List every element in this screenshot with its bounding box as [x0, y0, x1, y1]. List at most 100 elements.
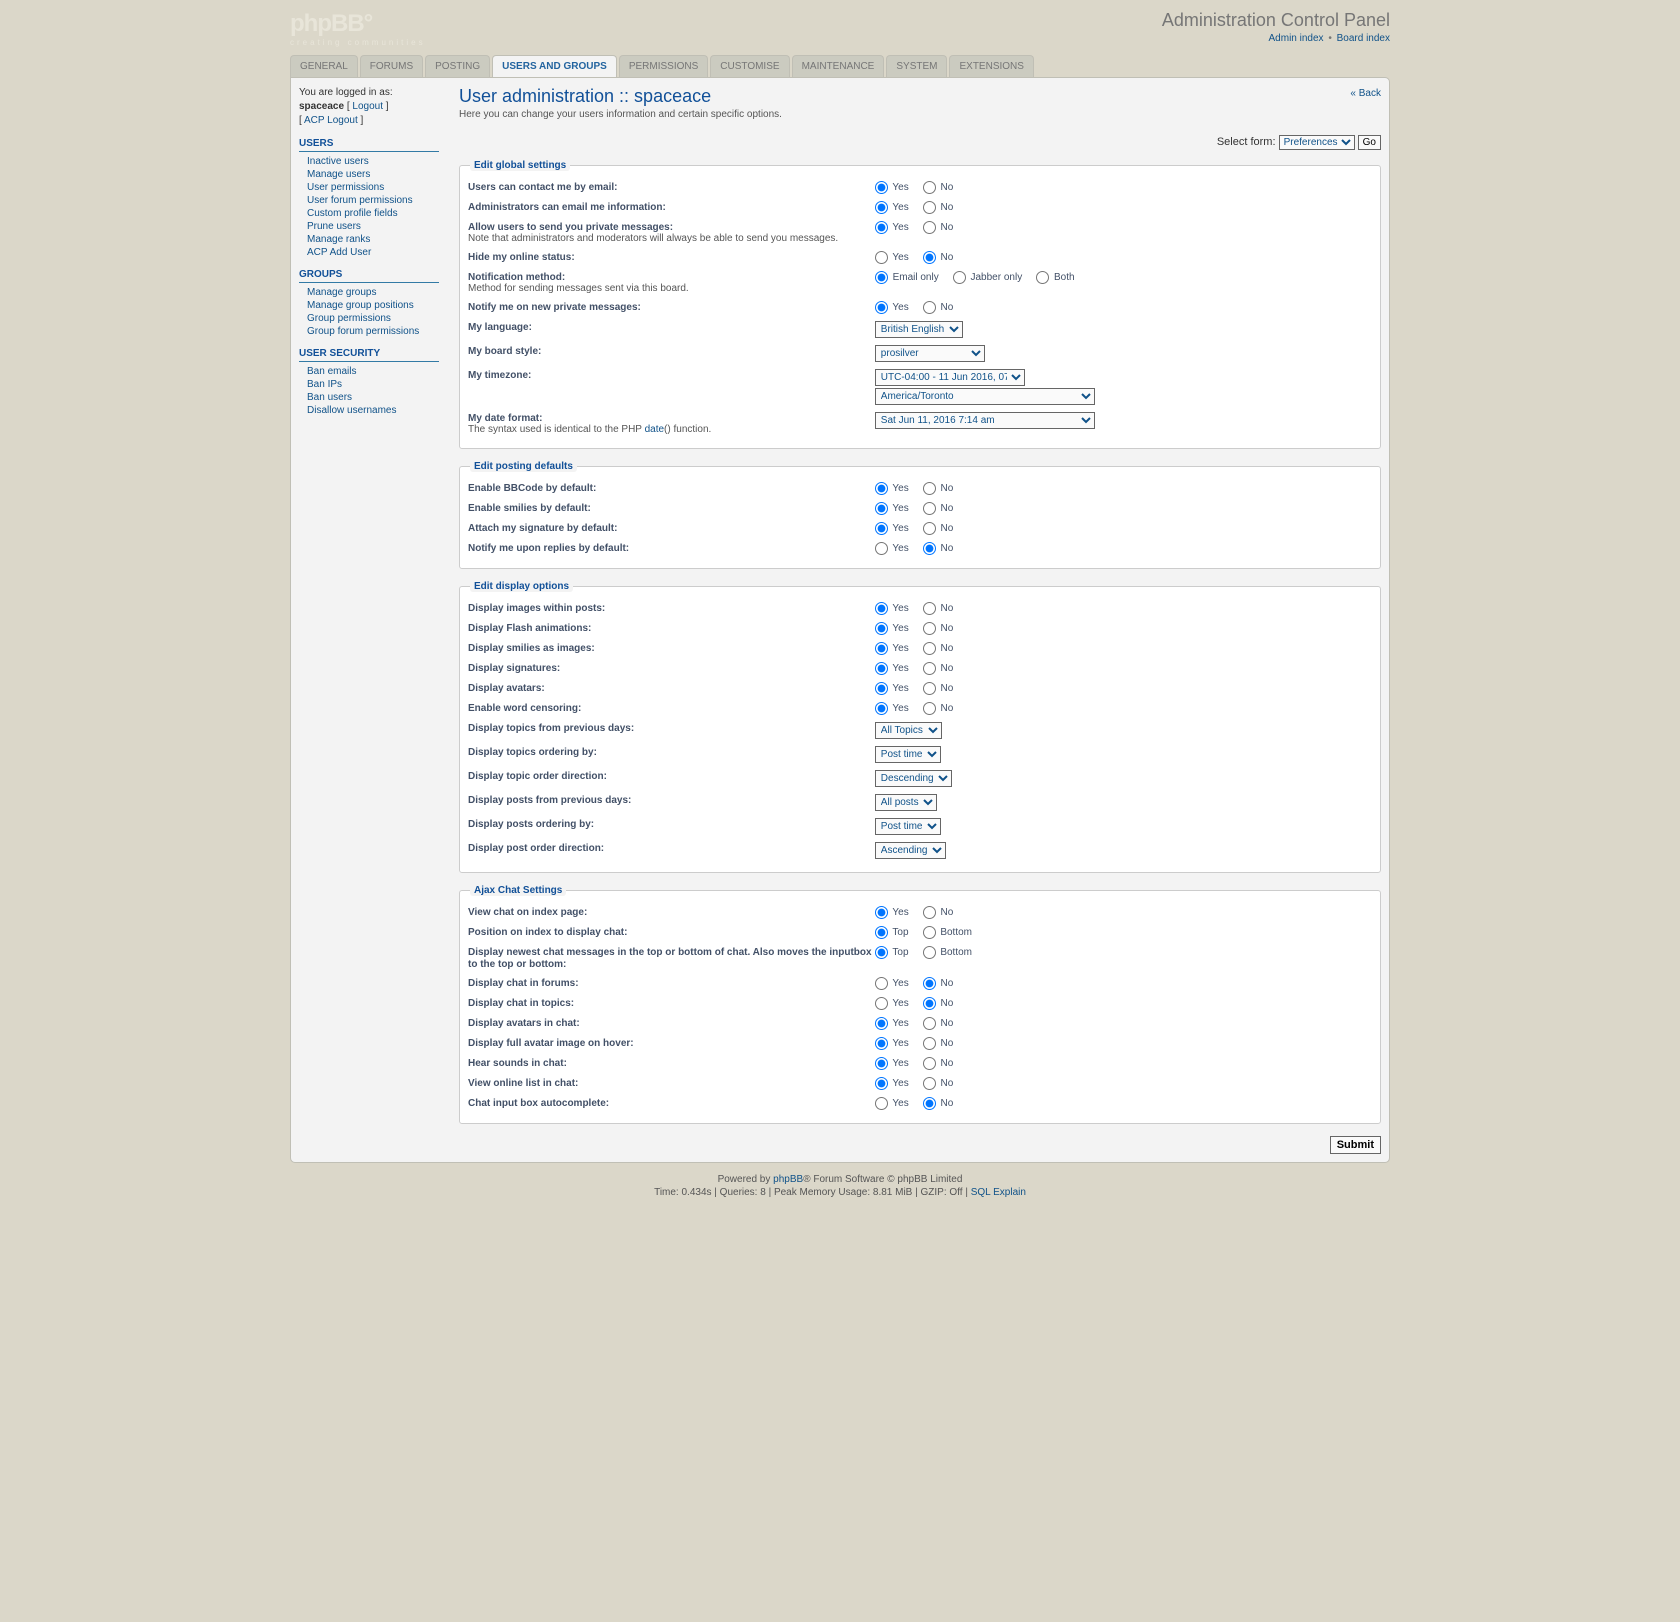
label-allow-pm: Allow users to send you private messages…: [468, 222, 673, 233]
menu-item-manage-ranks[interactable]: Manage ranks: [299, 233, 439, 246]
go-button[interactable]: [1358, 135, 1381, 150]
radio-sig-no: [923, 522, 936, 535]
radio-cn-top: [875, 946, 888, 959]
label-censor: Enable word censoring:: [468, 703, 581, 714]
radio-nr-no: [923, 542, 936, 555]
tab-maintenance[interactable]: MAINTENANCE: [792, 55, 885, 77]
select-timezone[interactable]: UTC-04:00 - 11 Jun 2016, 07:14: [875, 369, 1025, 386]
label-timezone: My timezone:: [468, 370, 531, 381]
menu-header-users: USERS: [299, 138, 439, 152]
select-posts-days[interactable]: All posts: [875, 794, 937, 811]
radio-ci-no: [923, 906, 936, 919]
radio-pm-no: [923, 221, 936, 234]
label-chat-fullavatar: Display full avatar image on hover:: [468, 1038, 634, 1049]
back-link[interactable]: « Back: [1350, 88, 1381, 99]
radio-dimg-no: [923, 602, 936, 615]
select-language[interactable]: British English: [875, 321, 963, 338]
footer-phpbb-link[interactable]: phpBB: [773, 1174, 803, 1185]
label-disp-signatures: Display signatures:: [468, 663, 560, 674]
select-posts-dir[interactable]: Ascending: [875, 842, 946, 859]
radio-cf-no: [923, 977, 936, 990]
logo: phpBB° creating communities: [290, 10, 426, 47]
label-bbcode: Enable BBCode by default:: [468, 483, 596, 494]
radio-bbcode-no: [923, 482, 936, 495]
radio-pm-yes: [875, 221, 888, 234]
tab-users-and-groups[interactable]: USERS AND GROUPS: [492, 55, 617, 77]
menu-item-manage-users[interactable]: Manage users: [299, 168, 439, 181]
menu-item-group-forum-permissions[interactable]: Group forum permissions: [299, 325, 439, 338]
radio-contact-no: [923, 181, 936, 194]
menu-item-disallow-usernames[interactable]: Disallow usernames: [299, 404, 439, 417]
radio-dsm-no: [923, 642, 936, 655]
radio-hide-no: [923, 251, 936, 264]
menu-item-prune-users[interactable]: Prune users: [299, 220, 439, 233]
menu-item-acp-add-user[interactable]: ACP Add User: [299, 246, 439, 259]
radio-ci-yes: [875, 906, 888, 919]
menu-item-custom-profile-fields[interactable]: Custom profile fields: [299, 207, 439, 220]
menu-item-group-permissions[interactable]: Group permissions: [299, 312, 439, 325]
radio-sig-yes: [875, 522, 888, 535]
tab-forums[interactable]: FORUMS: [360, 55, 423, 77]
radio-dsig-yes: [875, 662, 888, 675]
radio-cp-bottom: [923, 926, 936, 939]
label-notify-method: Notification method:: [468, 272, 565, 283]
submit-button[interactable]: [1330, 1136, 1381, 1154]
radio-cac-no: [923, 1097, 936, 1110]
menu-item-user-forum-permissions[interactable]: User forum permissions: [299, 194, 439, 207]
radio-flash-yes: [875, 622, 888, 635]
select-board-style[interactable]: prosilver: [875, 345, 985, 362]
logout-link[interactable]: Logout: [352, 101, 383, 112]
radio-nm-both: [1036, 271, 1049, 284]
main-tabs: GENERALFORUMSPOSTINGUSERS AND GROUPSPERM…: [290, 55, 1390, 77]
select-dateformat[interactable]: Sat Jun 11, 2016 7:14 am: [875, 412, 1095, 429]
label-chat-index: View chat on index page:: [468, 907, 587, 918]
fieldset-chat: Ajax Chat Settings View chat on index pa…: [459, 885, 1381, 1124]
page-description: Here you can change your users informati…: [459, 109, 1381, 120]
radio-contact-yes: [875, 181, 888, 194]
label-topics-days: Display topics from previous days:: [468, 723, 634, 734]
label-signature: Attach my signature by default:: [468, 523, 617, 534]
menu-item-manage-groups[interactable]: Manage groups: [299, 286, 439, 299]
label-posts-dir: Display post order direction:: [468, 843, 604, 854]
radio-cfa-no: [923, 1037, 936, 1050]
label-topics-dir: Display topic order direction:: [468, 771, 607, 782]
select-topics-order[interactable]: Post time: [875, 746, 941, 763]
legend-global: Edit global settings: [470, 160, 570, 171]
footer-sql-explain-link[interactable]: SQL Explain: [971, 1187, 1026, 1198]
select-form-label: Select form:: [1217, 136, 1276, 148]
radio-cen-yes: [875, 702, 888, 715]
select-topics-days[interactable]: All Topics: [875, 722, 942, 739]
menu-item-manage-group-positions[interactable]: Manage group positions: [299, 299, 439, 312]
label-admins-email: Administrators can email me information:: [468, 202, 666, 213]
acp-logout-link[interactable]: ACP Logout: [304, 115, 358, 126]
menu-item-ban-emails[interactable]: Ban emails: [299, 365, 439, 378]
link-board-index[interactable]: Board index: [1337, 33, 1390, 44]
select-form-dropdown[interactable]: Preferences: [1279, 135, 1355, 150]
radio-cfa-yes: [875, 1037, 888, 1050]
link-admin-index[interactable]: Admin index: [1269, 33, 1324, 44]
tab-system[interactable]: SYSTEM: [886, 55, 947, 77]
label-chat-newest: Display newest chat messages in the top …: [468, 947, 872, 970]
tab-extensions[interactable]: EXTENSIONS: [949, 55, 1033, 77]
menu-item-inactive-users[interactable]: Inactive users: [299, 155, 439, 168]
select-topics-dir[interactable]: Descending: [875, 770, 952, 787]
fieldset-display: Edit display options Display images with…: [459, 581, 1381, 873]
tab-posting[interactable]: POSTING: [425, 55, 490, 77]
footer: Powered by phpBB® Forum Software © phpBB…: [290, 1173, 1390, 1199]
label-chat-forums: Display chat in forums:: [468, 978, 579, 989]
page-title: User administration :: spaceace: [459, 86, 1381, 107]
radio-cen-no: [923, 702, 936, 715]
select-timezone-region[interactable]: America/Toronto: [875, 388, 1095, 405]
radio-cs-no: [923, 1057, 936, 1070]
menu-item-ban-ips[interactable]: Ban IPs: [299, 378, 439, 391]
radio-cn-bottom: [923, 946, 936, 959]
menu-item-user-permissions[interactable]: User permissions: [299, 181, 439, 194]
label-posts-days: Display posts from previous days:: [468, 795, 631, 806]
select-posts-order[interactable]: Post time: [875, 818, 941, 835]
tab-customise[interactable]: CUSTOMISE: [710, 55, 789, 77]
label-chat-online: View online list in chat:: [468, 1078, 578, 1089]
tab-general[interactable]: GENERAL: [290, 55, 358, 77]
menu-item-ban-users[interactable]: Ban users: [299, 391, 439, 404]
label-contact-email: Users can contact me by email:: [468, 182, 618, 193]
tab-permissions[interactable]: PERMISSIONS: [619, 55, 708, 77]
